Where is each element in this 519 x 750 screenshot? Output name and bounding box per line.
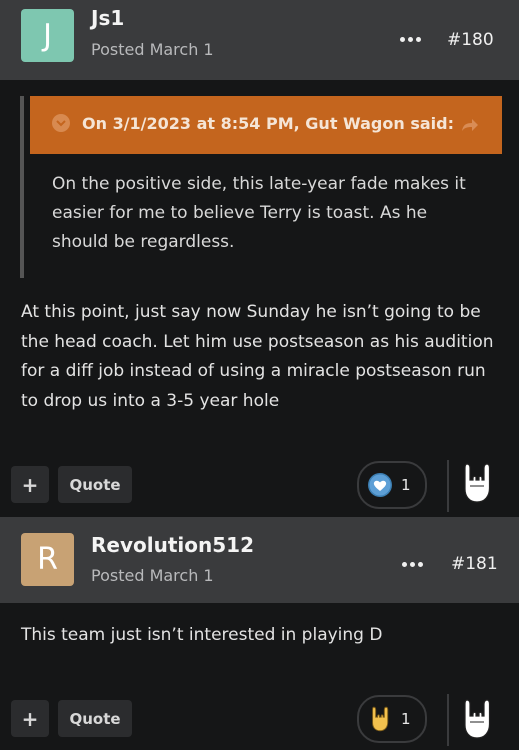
reaction-summary[interactable]: 1 (357, 461, 427, 509)
more-options-icon[interactable] (402, 560, 424, 568)
author-name[interactable]: Js1 (91, 6, 124, 30)
post-date: Posted March 1 (91, 40, 214, 59)
rock-hand-icon[interactable] (463, 698, 491, 744)
reaction-count: 1 (401, 710, 411, 728)
post-header: J Js1 Posted March 1 #180 (0, 0, 519, 80)
reaction-count: 1 (401, 476, 411, 494)
divider (447, 460, 449, 512)
quote-button[interactable]: Quote (58, 466, 132, 503)
plus-label: + (21, 706, 39, 731)
avatar[interactable]: R (21, 533, 74, 586)
avatar-letter: R (37, 542, 58, 577)
chevron-down-icon[interactable] (52, 114, 70, 132)
plus-label: + (21, 472, 39, 497)
quote-label: Quote (69, 709, 121, 728)
quote-label: Quote (69, 475, 121, 494)
reaction-summary[interactable]: 1 (357, 695, 427, 743)
multiquote-add-button[interactable]: + (11, 700, 49, 737)
post-header: R Revolution512 Posted March 1 #181 (0, 517, 519, 603)
post-number[interactable]: #181 (451, 554, 498, 574)
quote-header[interactable]: On 3/1/2023 at 8:54 PM, Gut Wagon said: (30, 96, 502, 154)
multiquote-add-button[interactable]: + (11, 466, 49, 503)
avatar-letter: J (43, 18, 52, 53)
rock-hand-icon (367, 706, 393, 732)
author-name[interactable]: Revolution512 (91, 533, 254, 557)
share-arrow-icon[interactable] (460, 114, 480, 138)
post-body: This team just isn’t interested in playi… (21, 625, 383, 645)
post-number[interactable]: #180 (447, 30, 494, 50)
quote-block: On 3/1/2023 at 8:54 PM, Gut Wagon said: … (20, 96, 502, 278)
quote-text: On the positive side, this late-year fad… (52, 174, 466, 252)
quote-attribution: On 3/1/2023 at 8:54 PM, Gut Wagon said: (82, 114, 454, 133)
heart-icon (367, 472, 393, 498)
more-options-icon[interactable] (400, 35, 422, 43)
post-date: Posted March 1 (91, 566, 214, 585)
rock-hand-icon[interactable] (463, 462, 491, 508)
quote-button[interactable]: Quote (58, 700, 132, 737)
divider (447, 694, 449, 746)
avatar[interactable]: J (21, 9, 74, 62)
post-body: At this point, just say now Sunday he is… (21, 302, 494, 411)
